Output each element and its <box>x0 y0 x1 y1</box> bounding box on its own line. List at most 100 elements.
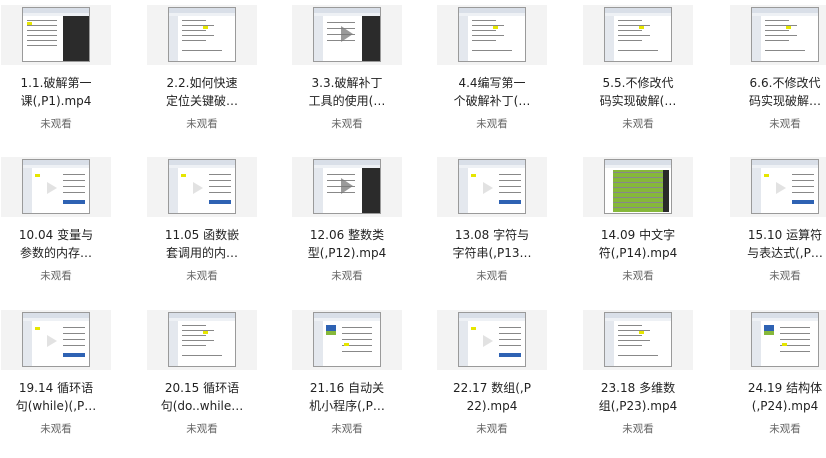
blue-shape <box>209 200 231 204</box>
video-title[interactable]: 22.17 数组(,P 22).mp4 <box>437 379 547 415</box>
thumbnail-screenshot <box>751 7 819 62</box>
video-item[interactable]: 6.6.不修改代 码实现破解… 未观看 <box>730 5 826 150</box>
side-shape <box>314 16 323 61</box>
video-item[interactable]: 24.19 结构体 (,P24).mp4 未观看 <box>730 310 826 455</box>
video-title[interactable]: 2.2.如何快速 定位关键破… <box>147 74 257 110</box>
ln-shape <box>765 50 805 51</box>
video-title[interactable]: 3.3.破解补丁 工具的使用(… <box>292 74 402 110</box>
green-shape <box>326 331 336 335</box>
side-shape <box>459 321 468 366</box>
video-thumbnail[interactable] <box>730 157 826 217</box>
blue-shape <box>499 200 521 204</box>
video-thumbnail[interactable] <box>292 157 402 217</box>
video-item[interactable]: 15.10 运算符 与表达式(,P… 未观看 <box>730 157 826 302</box>
ln-shape <box>618 50 658 51</box>
video-item[interactable]: 11.05 函数嵌 套调用的内… 未观看 <box>147 157 257 302</box>
video-thumbnail[interactable] <box>292 310 402 370</box>
tb2-shape <box>752 318 818 321</box>
video-title[interactable]: 6.6.不修改代 码实现破解… <box>730 74 826 110</box>
video-item[interactable]: 4.4编写第一 个破解补丁(… 未观看 <box>437 5 547 150</box>
video-item[interactable]: 20.15 循环语 句(do..while… 未观看 <box>147 310 257 455</box>
video-title[interactable]: 13.08 字符与 字符串(,P13… <box>437 226 547 262</box>
ln-shape <box>27 20 57 21</box>
watch-status: 未观看 <box>769 270 801 282</box>
play-triangle-icon <box>341 178 353 194</box>
video-title[interactable]: 12.06 整数类 型(,P12).mp4 <box>292 226 402 262</box>
video-thumbnail[interactable] <box>583 157 693 217</box>
watch-status: 未观看 <box>769 423 801 435</box>
video-title[interactable]: 1.1.破解第一 课(,P1).mp4 <box>1 74 111 110</box>
ln-shape <box>499 192 521 193</box>
video-item[interactable]: 5.5.不修改代 码实现破解(… 未观看 <box>583 5 693 150</box>
video-thumbnail[interactable] <box>437 310 547 370</box>
ln-shape <box>182 20 206 21</box>
ln-shape <box>27 25 57 26</box>
side-shape <box>314 168 323 213</box>
ln-shape <box>182 35 214 36</box>
video-item[interactable]: 22.17 数组(,P 22).mp4 未观看 <box>437 310 547 455</box>
thumbnail-screenshot <box>313 159 381 214</box>
video-grid: 1.1.破解第一 课(,P1).mp4 未观看 2.2.如何快速 定位关键破… 未观看… <box>0 0 826 458</box>
thumbnail-screenshot <box>751 312 819 367</box>
video-title[interactable]: 21.16 自动关 机小程序(,P… <box>292 379 402 415</box>
hl-shape <box>35 174 40 177</box>
video-title[interactable]: 19.14 循环语 句(while)(,P… <box>1 379 111 415</box>
video-thumbnail[interactable] <box>147 5 257 65</box>
video-thumbnail[interactable] <box>730 310 826 370</box>
tb2-shape <box>459 13 525 16</box>
video-thumbnail[interactable] <box>147 157 257 217</box>
watch-status: 未观看 <box>622 423 654 435</box>
ln-shape <box>613 192 663 193</box>
video-item[interactable]: 3.3.破解补丁 工具的使用(… 未观看 <box>292 5 402 150</box>
ln-shape <box>499 345 521 346</box>
video-item[interactable]: 2.2.如何快速 定位关键破… 未观看 <box>147 5 257 150</box>
video-thumbnail[interactable] <box>583 5 693 65</box>
video-title[interactable]: 15.10 运算符 与表达式(,P… <box>730 226 826 262</box>
side-shape <box>169 168 178 213</box>
thumbnail-screenshot <box>751 159 819 214</box>
ln-shape <box>182 330 214 331</box>
video-item[interactable]: 13.08 字符与 字符串(,P13… 未观看 <box>437 157 547 302</box>
hl-shape <box>35 327 40 330</box>
video-thumbnail[interactable] <box>1 310 111 370</box>
watch-status: 未观看 <box>40 270 72 282</box>
tb2-shape <box>605 13 671 16</box>
video-item[interactable]: 14.09 中文字 符(,P14).mp4 未观看 <box>583 157 693 302</box>
video-title[interactable]: 23.18 多维数 组(,P23).mp4 <box>583 379 693 415</box>
tb2-shape <box>459 318 525 321</box>
video-item[interactable]: 21.16 自动关 机小程序(,P… 未观看 <box>292 310 402 455</box>
video-thumbnail[interactable] <box>147 310 257 370</box>
video-title[interactable]: 14.09 中文字 符(,P14).mp4 <box>583 226 693 262</box>
ln-shape <box>618 35 650 36</box>
thumbnail-screenshot <box>22 7 90 62</box>
video-item[interactable]: 12.06 整数类 型(,P12).mp4 未观看 <box>292 157 402 302</box>
video-title[interactable]: 10.04 变量与 参数的内存… <box>1 226 111 262</box>
ln-shape <box>618 355 658 356</box>
blk-shape <box>663 170 669 212</box>
video-thumbnail[interactable] <box>437 5 547 65</box>
video-item[interactable]: 10.04 变量与 参数的内存… 未观看 <box>1 157 111 302</box>
video-thumbnail[interactable] <box>583 310 693 370</box>
video-thumbnail[interactable] <box>1 5 111 65</box>
watch-status: 未观看 <box>622 270 654 282</box>
video-item[interactable]: 23.18 多维数 组(,P23).mp4 未观看 <box>583 310 693 455</box>
side-shape <box>23 321 32 366</box>
watch-status: 未观看 <box>476 118 508 130</box>
ln-shape <box>63 180 85 181</box>
side-shape <box>752 168 761 213</box>
video-title[interactable]: 5.5.不修改代 码实现破解(… <box>583 74 693 110</box>
ln-shape <box>499 186 521 187</box>
video-thumbnail[interactable] <box>437 157 547 217</box>
video-thumbnail[interactable] <box>1 157 111 217</box>
tb2-shape <box>605 318 671 321</box>
video-thumbnail[interactable] <box>292 5 402 65</box>
ln-shape <box>182 40 206 41</box>
video-item[interactable]: 19.14 循环语 句(while)(,P… 未观看 <box>1 310 111 455</box>
ln-shape <box>499 327 521 328</box>
video-title[interactable]: 20.15 循环语 句(do..while… <box>147 379 257 415</box>
video-title[interactable]: 4.4编写第一 个破解补丁(… <box>437 74 547 110</box>
video-title[interactable]: 24.19 结构体 (,P24).mp4 <box>730 379 826 415</box>
video-thumbnail[interactable] <box>730 5 826 65</box>
video-item[interactable]: 1.1.破解第一 课(,P1).mp4 未观看 <box>1 5 111 150</box>
video-title[interactable]: 11.05 函数嵌 套调用的内… <box>147 226 257 262</box>
